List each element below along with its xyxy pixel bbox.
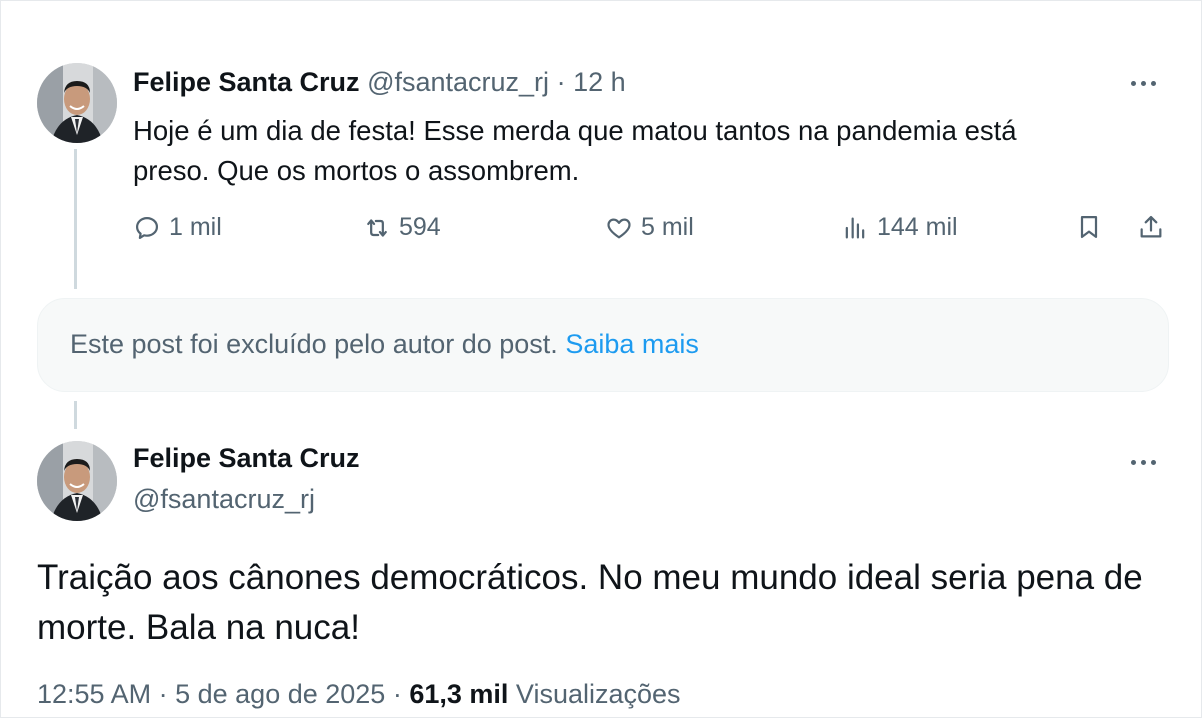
avatar[interactable]: [37, 441, 117, 521]
views-label: Visualizações: [515, 679, 681, 709]
tweet-text-line: Traição aos cânones democráticos. No meu…: [37, 558, 1143, 597]
retweet-icon: [367, 218, 387, 237]
reply-button[interactable]: 1 mil: [133, 213, 222, 242]
more-icon[interactable]: [1123, 68, 1163, 98]
tweet-meta: 12:55 AM · 5 de ago de 2025 · 61,3 mil V…: [37, 679, 681, 710]
share-icon: [1140, 215, 1162, 238]
author-handle[interactable]: @fsantacruz_rj: [367, 67, 549, 97]
reply-count: 1 mil: [169, 213, 222, 241]
tweet-text: Traição aos cânones democráticos. No meu…: [37, 553, 1177, 653]
tweet-time[interactable]: 12 h: [573, 67, 626, 97]
author-handle[interactable]: @fsantacruz_rj: [133, 484, 315, 515]
deleted-notice-text: Este post foi excluído pelo autor do pos…: [70, 329, 699, 360]
tweet-time[interactable]: 12:55 AM: [37, 679, 151, 709]
like-button[interactable]: 5 mil: [605, 213, 694, 242]
author-name[interactable]: Felipe Santa Cruz: [133, 67, 360, 97]
reply-icon: [135, 216, 159, 239]
tweet-date[interactable]: 5 de ago de 2025: [175, 679, 385, 709]
retweet-button[interactable]: 594: [363, 213, 441, 242]
bookmark-button[interactable]: [1075, 213, 1103, 241]
tweet-text-line: preso. Que os mortos o assombrem.: [133, 155, 580, 186]
thread-line: [74, 149, 77, 289]
avatar-photo: [37, 441, 117, 521]
views-icon: [845, 217, 865, 238]
tweet-text-line: morte. Bala na nuca!: [37, 608, 360, 647]
tweet-text-line: Hoje é um dia de festa! Esse merda que m…: [133, 115, 1017, 146]
learn-more-link[interactable]: Saiba mais: [565, 329, 699, 359]
deleted-notice-message: Este post foi excluído pelo autor do pos…: [70, 329, 558, 359]
views-count: 61,3 mil: [409, 679, 509, 709]
bookmark-icon: [1080, 215, 1098, 239]
like-count: 5 mil: [641, 213, 694, 241]
tweet-text: Hoje é um dia de festa! Esse merda que m…: [133, 111, 1153, 191]
share-button[interactable]: [1137, 213, 1165, 241]
separator-dot: ·: [392, 679, 402, 709]
separator-dot: ·: [158, 679, 168, 709]
tweet-screenshot: Felipe Santa Cruz @fsantacruz_rj · 12 h …: [0, 0, 1202, 718]
retweet-count: 594: [399, 213, 441, 241]
thread-line: [74, 401, 77, 429]
more-icon[interactable]: [1123, 447, 1163, 477]
like-icon: [607, 217, 631, 238]
deleted-post-notice: Este post foi excluído pelo autor do pos…: [37, 298, 1169, 392]
views-count: 144 mil: [877, 213, 958, 241]
tweet-header: Felipe Santa Cruz @fsantacruz_rj · 12 h: [133, 67, 626, 98]
avatar[interactable]: [37, 63, 117, 143]
avatar-photo: [37, 63, 117, 143]
action-bar: 1 mil 594 5 mil 144 mil: [133, 213, 1173, 253]
author-name[interactable]: Felipe Santa Cruz: [133, 443, 360, 474]
separator-dot: ·: [556, 67, 566, 97]
views-button[interactable]: 144 mil: [841, 213, 958, 242]
